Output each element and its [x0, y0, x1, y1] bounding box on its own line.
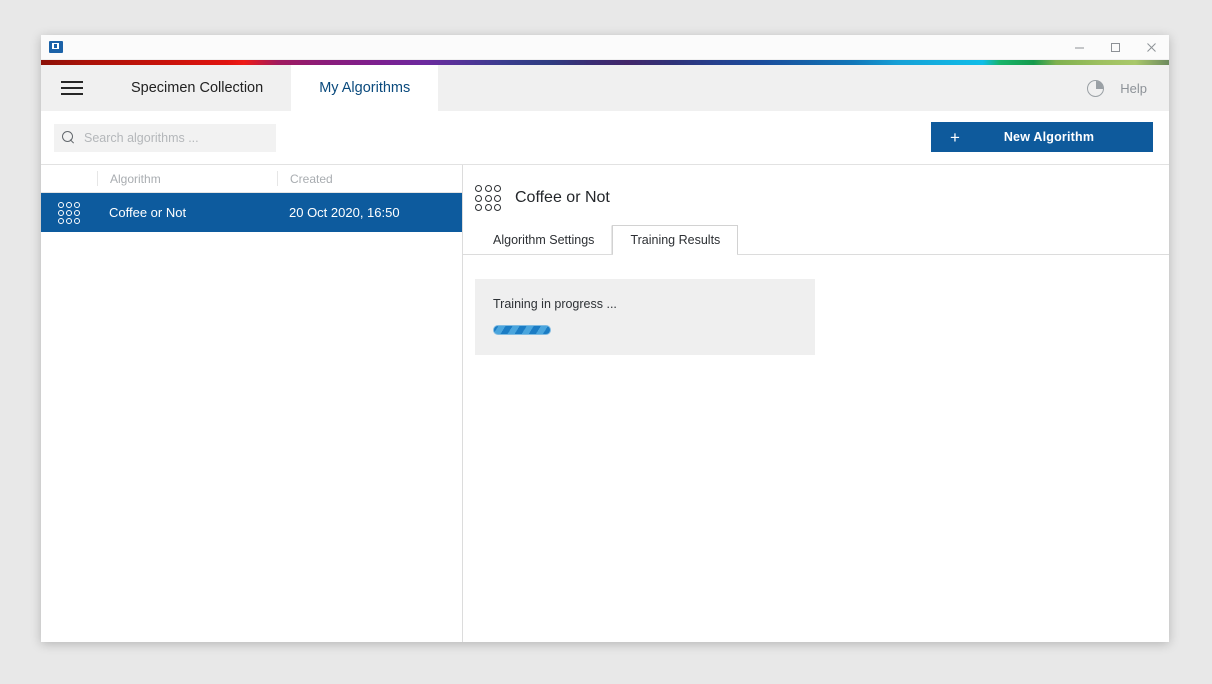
search-input[interactable] — [84, 131, 268, 145]
row-created-date: 20 Oct 2020, 16:50 — [277, 205, 462, 220]
column-header-algorithm[interactable]: Algorithm — [97, 171, 277, 186]
application-window: Specimen Collection My Algorithms Help +… — [41, 35, 1169, 642]
close-button[interactable] — [1133, 35, 1169, 60]
tab-label: Algorithm Settings — [493, 233, 594, 247]
minimize-button[interactable] — [1061, 35, 1097, 60]
tab-training-results[interactable]: Training Results — [612, 225, 738, 254]
window-title-bar — [41, 35, 1169, 60]
algorithm-list-pane: Algorithm Created Coffee or Not 20 Oct 2… — [41, 165, 463, 642]
hamburger-menu-icon[interactable] — [41, 65, 103, 111]
detail-header: Coffee or Not — [463, 165, 1169, 211]
training-status-card: Training in progress ... — [475, 279, 815, 355]
training-status-text: Training in progress ... — [493, 297, 797, 311]
row-algorithm-name: Coffee or Not — [97, 205, 277, 220]
detail-tab-strip: Algorithm Settings Training Results — [463, 225, 1169, 255]
algorithm-detail-pane: Coffee or Not Algorithm Settings Trainin… — [463, 165, 1169, 642]
help-label: Help — [1120, 81, 1147, 96]
pie-chart-icon — [1087, 80, 1104, 97]
page-title: Coffee or Not — [515, 189, 610, 207]
nav-tab-specimen-collection[interactable]: Specimen Collection — [103, 65, 291, 111]
new-algorithm-label: New Algorithm — [979, 130, 1153, 144]
search-field-wrapper[interactable] — [54, 124, 276, 152]
algorithm-dot-grid-icon — [475, 185, 501, 211]
plus-icon: + — [931, 129, 979, 146]
nav-tab-label: My Algorithms — [319, 80, 410, 96]
hamburger-lines — [61, 77, 83, 99]
algorithm-dot-grid-icon — [58, 202, 80, 224]
table-row[interactable]: Coffee or Not 20 Oct 2020, 16:50 — [41, 193, 462, 232]
row-icon-cell — [41, 202, 97, 224]
nav-tab-my-algorithms[interactable]: My Algorithms — [291, 65, 438, 111]
new-algorithm-button[interactable]: + New Algorithm — [931, 122, 1153, 152]
training-progress-bar — [493, 325, 551, 335]
list-column-headers: Algorithm Created — [41, 165, 462, 193]
main-content-split: Algorithm Created Coffee or Not 20 Oct 2… — [41, 164, 1169, 642]
detail-body: Training in progress ... — [463, 255, 1169, 642]
nav-tab-label: Specimen Collection — [131, 80, 263, 96]
app-logo-icon — [49, 41, 63, 53]
tab-algorithm-settings[interactable]: Algorithm Settings — [475, 225, 612, 254]
tab-label: Training Results — [630, 233, 720, 247]
maximize-button[interactable] — [1097, 35, 1133, 60]
help-area[interactable]: Help — [1087, 65, 1169, 111]
column-header-created[interactable]: Created — [277, 171, 462, 186]
nav-spacer — [438, 65, 1087, 111]
window-controls — [1061, 35, 1169, 60]
top-navigation-bar: Specimen Collection My Algorithms Help — [41, 65, 1169, 111]
search-icon — [62, 131, 76, 145]
toolbar: + New Algorithm — [41, 111, 1169, 164]
